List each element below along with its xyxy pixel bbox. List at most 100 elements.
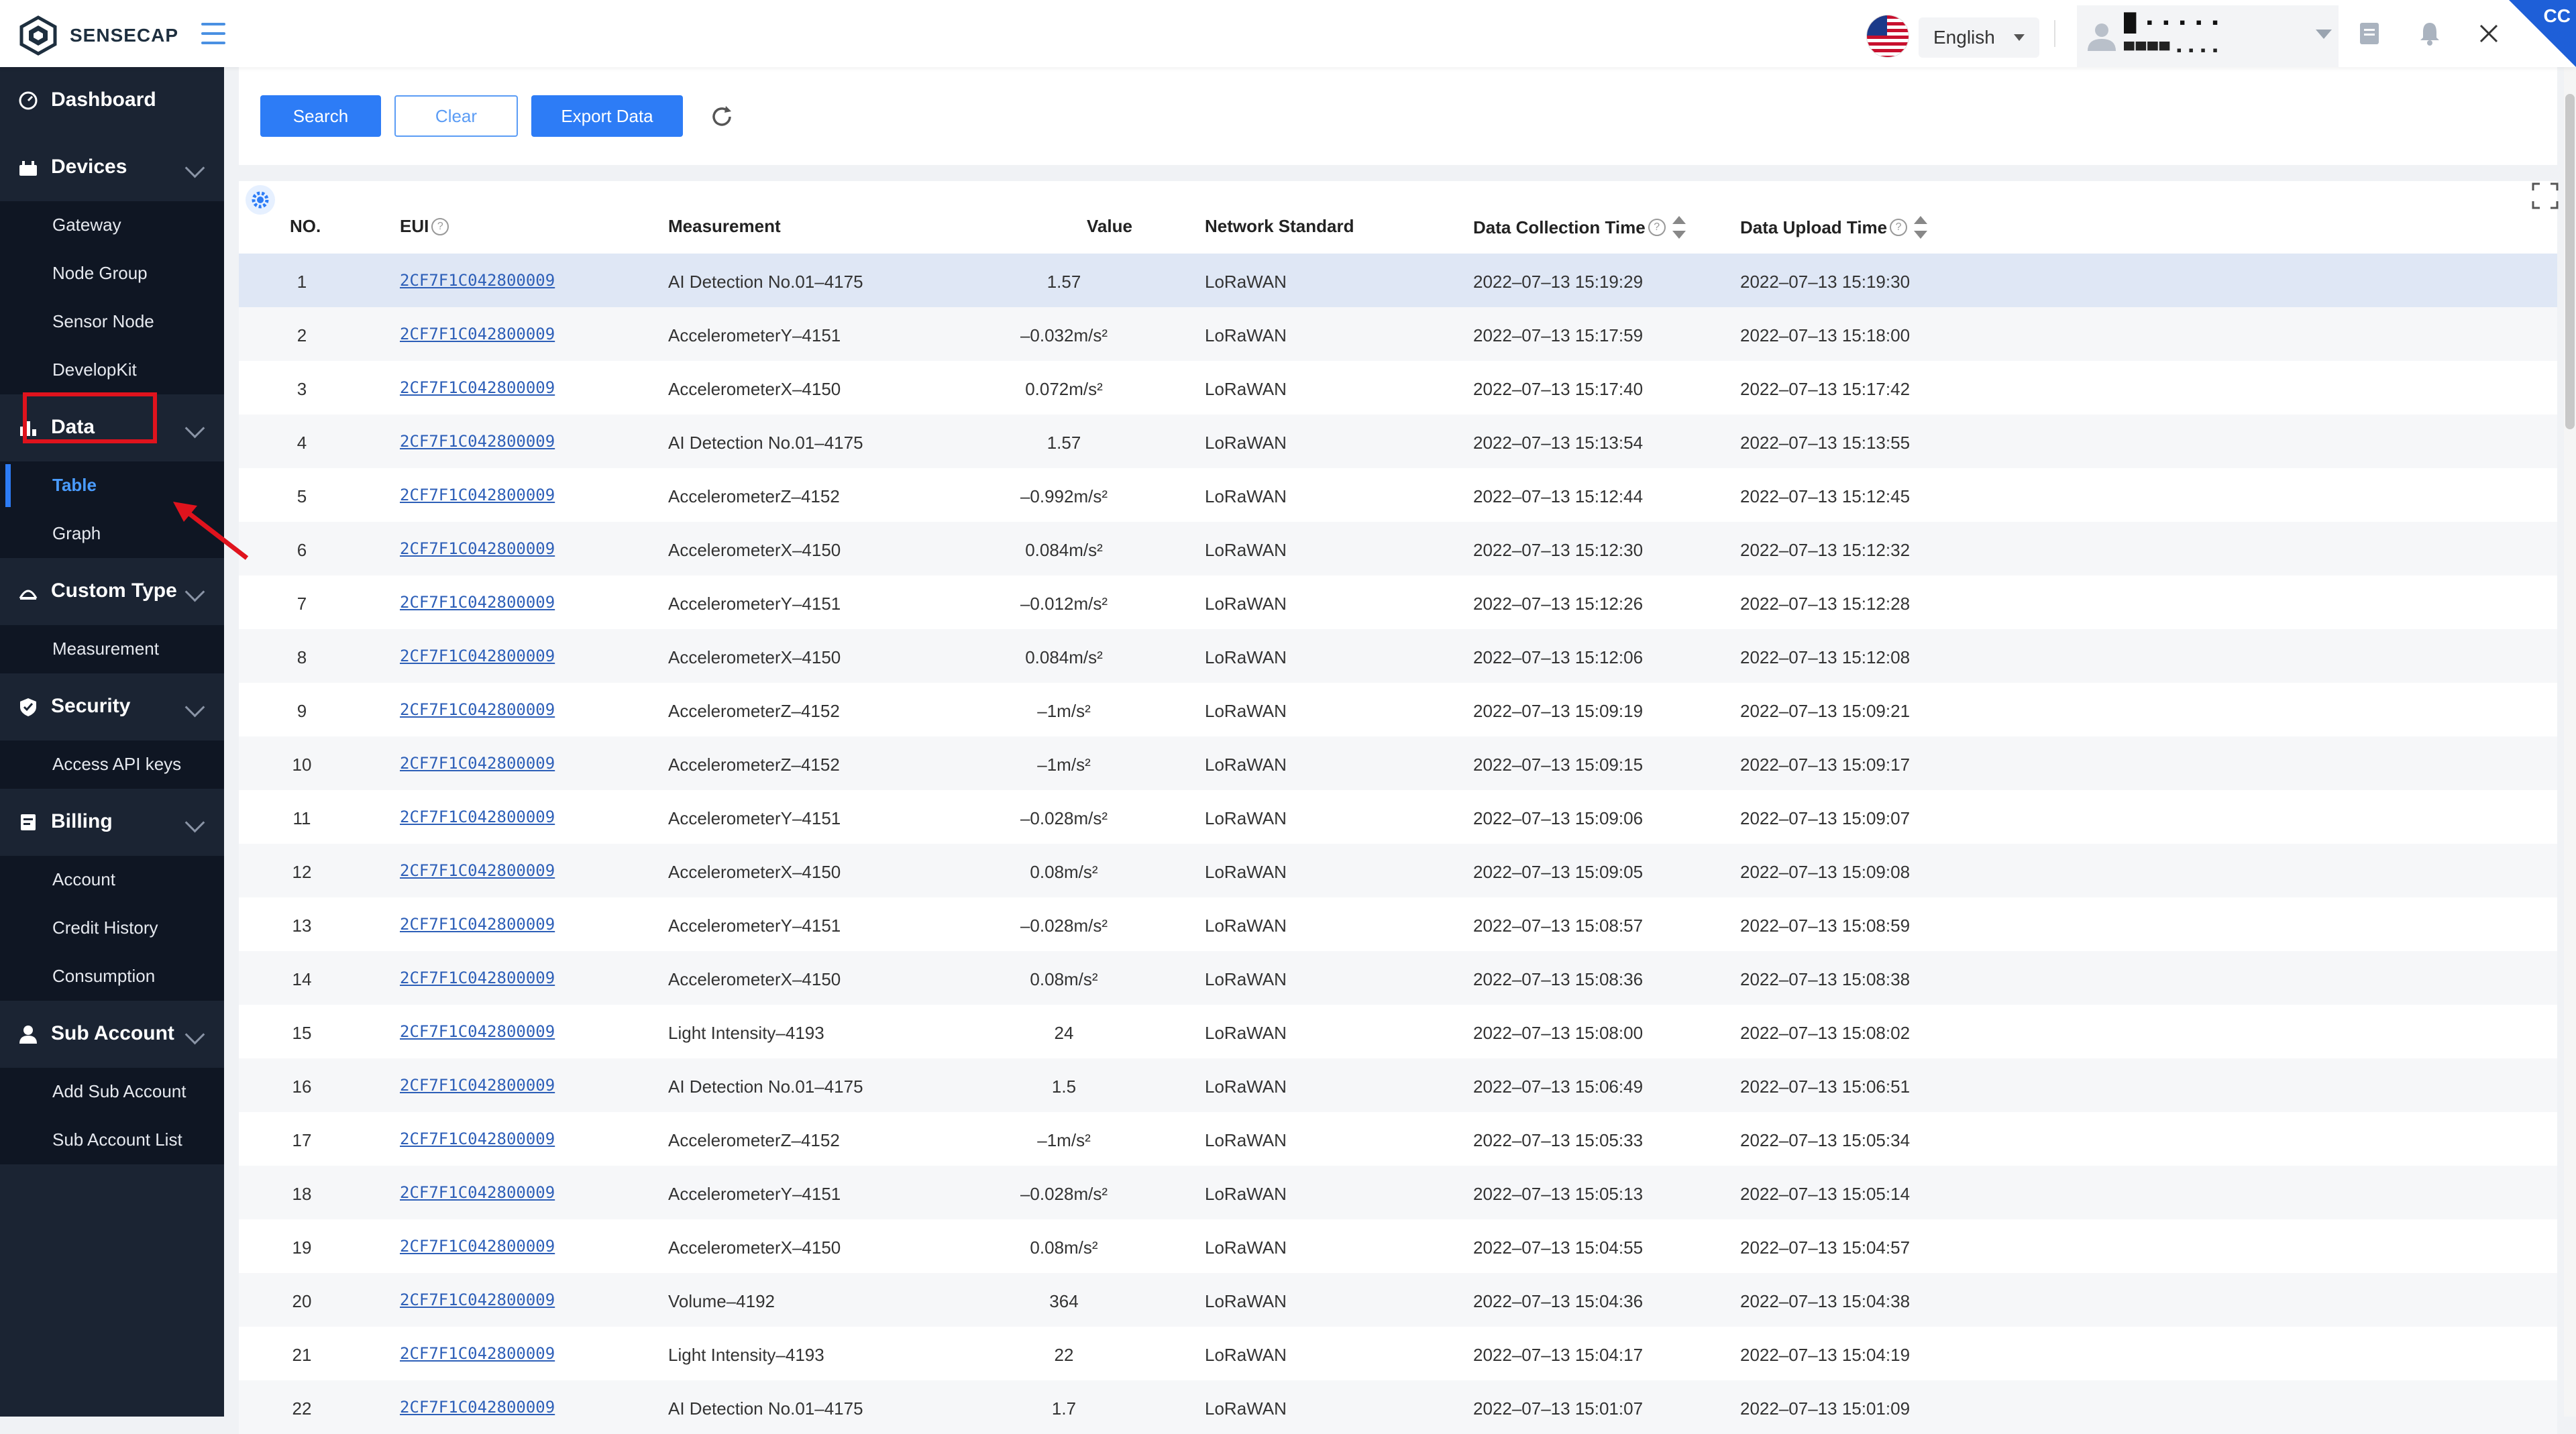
sidebar-group-billing[interactable]: Billing: [0, 789, 224, 856]
cell-collection-time: 2022–07–13 15:17:40: [1473, 379, 1644, 399]
cell-network: LoRaWAN: [1205, 755, 1287, 775]
sort-icon[interactable]: [1914, 216, 1928, 239]
cell-measurement: AccelerometerX–4150: [668, 969, 841, 989]
cell-no: 3: [297, 379, 307, 399]
cell-eui[interactable]: 2CF7F1C042800009: [400, 486, 555, 504]
table-row[interactable]: 2 2CF7F1C042800009 AccelerometerY–4151 –0.0…: [239, 307, 2557, 361]
table-row[interactable]: 19 2CF7F1C042800009 AccelerometerX–4150 0.0…: [239, 1219, 2557, 1273]
cell-upload-time: 2022–07–13 15:09:17: [1740, 755, 1911, 775]
cell-eui[interactable]: 2CF7F1C042800009: [400, 1076, 555, 1095]
table-row[interactable]: 16 2CF7F1C042800009 AI Detection No.01–417…: [239, 1058, 2557, 1112]
cell-upload-time: 2022–07–13 15:08:59: [1740, 916, 1911, 936]
table-row[interactable]: 20 2CF7F1C042800009 Volume–4192 364 LoRaWAN 2…: [239, 1273, 2557, 1327]
cell-eui[interactable]: 2CF7F1C042800009: [400, 969, 555, 987]
table-row[interactable]: 5 2CF7F1C042800009 AccelerometerZ–4152 –0.9…: [239, 468, 2557, 522]
sidebar-item-label: Node Group: [52, 263, 148, 283]
sidebar-item-access-api-keys[interactable]: Access API keys: [0, 740, 224, 789]
cell-eui[interactable]: 2CF7F1C042800009: [400, 861, 555, 880]
scrollbar-thumb[interactable]: [2565, 94, 2575, 429]
cell-no: 9: [297, 701, 307, 721]
help-icon[interactable]: ?: [1648, 219, 1666, 236]
cell-eui[interactable]: 2CF7F1C042800009: [400, 1344, 555, 1363]
table-row[interactable]: 4 2CF7F1C042800009 AI Detection No.01–4175…: [239, 415, 2557, 468]
table-row[interactable]: 10 2CF7F1C042800009 AccelerometerZ–4152 –1m…: [239, 736, 2557, 790]
table-row[interactable]: 21 2CF7F1C042800009 Light Intensity–4193 22…: [239, 1327, 2557, 1380]
gear-icon[interactable]: [246, 185, 275, 215]
table-row[interactable]: 7 2CF7F1C042800009 AccelerometerY–4151 –0.0…: [239, 575, 2557, 629]
cell-eui[interactable]: 2CF7F1C042800009: [400, 325, 555, 343]
cell-eui[interactable]: 2CF7F1C042800009: [400, 539, 555, 558]
cell-eui[interactable]: 2CF7F1C042800009: [400, 754, 555, 773]
table-row[interactable]: 22 2CF7F1C042800009 AI Detection No.01–417…: [239, 1380, 2557, 1434]
shield-icon: [20, 698, 36, 716]
sidebar-item-sub-account-list[interactable]: Sub Account List: [0, 1116, 224, 1164]
table-row[interactable]: 3 2CF7F1C042800009 AccelerometerX–4150 0.07…: [239, 361, 2557, 415]
sub-account-submenu: Add Sub Account Sub Account List: [0, 1068, 224, 1164]
cell-eui[interactable]: 2CF7F1C042800009: [400, 378, 555, 397]
sidebar-item-developkit[interactable]: DevelopKit: [0, 346, 224, 394]
hamburger-icon[interactable]: [201, 23, 225, 44]
sort-icon[interactable]: [1672, 216, 1686, 239]
sidebar-item-add-sub-account[interactable]: Add Sub Account: [0, 1068, 224, 1116]
sidebar-group-security[interactable]: Security: [0, 673, 224, 740]
cell-eui[interactable]: 2CF7F1C042800009: [400, 700, 555, 719]
sidebar-group-sub-account[interactable]: Sub Account: [0, 1001, 224, 1068]
cell-upload-time: 2022–07–13 15:12:45: [1740, 486, 1911, 506]
table-row[interactable]: 18 2CF7F1C042800009 AccelerometerY–4151 –0.…: [239, 1166, 2557, 1219]
cell-eui[interactable]: 2CF7F1C042800009: [400, 271, 555, 290]
table-row[interactable]: 6 2CF7F1C042800009 AccelerometerX–4150 0.08…: [239, 522, 2557, 575]
chevron-down-icon[interactable]: [2316, 30, 2332, 39]
export-data-button[interactable]: Export Data: [531, 95, 683, 137]
sidebar-item-consumption[interactable]: Consumption: [0, 952, 224, 1001]
cell-eui[interactable]: 2CF7F1C042800009: [400, 1398, 555, 1417]
table-row[interactable]: 11 2CF7F1C042800009 AccelerometerY–4151 –0.…: [239, 790, 2557, 844]
language-select[interactable]: English: [1919, 17, 2039, 58]
cell-collection-time: 2022–07–13 15:08:00: [1473, 1023, 1644, 1043]
table-row[interactable]: 8 2CF7F1C042800009 AccelerometerX–4150 0.08…: [239, 629, 2557, 683]
table-row[interactable]: 13 2CF7F1C042800009 AccelerometerY–4151 –0.…: [239, 897, 2557, 951]
cell-eui[interactable]: 2CF7F1C042800009: [400, 1129, 555, 1148]
refresh-icon[interactable]: [707, 102, 737, 131]
cell-eui[interactable]: 2CF7F1C042800009: [400, 1290, 555, 1309]
table-row[interactable]: 1 2CF7F1C042800009 AI Detection No.01–4175…: [239, 254, 2557, 307]
cell-eui[interactable]: 2CF7F1C042800009: [400, 593, 555, 612]
column-header-upload-time[interactable]: Data Upload Time?: [1740, 216, 1928, 239]
cell-measurement: AccelerometerY–4151: [668, 808, 841, 828]
bell-icon[interactable]: [2416, 20, 2443, 47]
sidebar-item-sensor-node[interactable]: Sensor Node: [0, 298, 224, 346]
column-header-eui: EUI?: [400, 216, 449, 237]
close-icon[interactable]: [2475, 20, 2502, 47]
sidebar-group-devices[interactable]: Devices: [0, 134, 224, 201]
cell-eui[interactable]: 2CF7F1C042800009: [400, 647, 555, 665]
cell-eui[interactable]: 2CF7F1C042800009: [400, 1022, 555, 1041]
document-icon[interactable]: [2356, 20, 2383, 47]
sidebar-item-account[interactable]: Account: [0, 856, 224, 904]
cell-eui[interactable]: 2CF7F1C042800009: [400, 915, 555, 934]
table-row[interactable]: 9 2CF7F1C042800009 AccelerometerZ–4152 –1m/…: [239, 683, 2557, 736]
help-icon[interactable]: ?: [1890, 219, 1908, 236]
clear-button[interactable]: Clear: [394, 95, 518, 137]
cell-eui[interactable]: 2CF7F1C042800009: [400, 432, 555, 451]
fullscreen-icon[interactable]: [2532, 182, 2559, 209]
sidebar-item-label: DevelopKit: [52, 360, 137, 380]
search-button[interactable]: Search: [260, 95, 381, 137]
brand-logo[interactable]: SENSECAP: [17, 15, 178, 56]
cell-eui[interactable]: 2CF7F1C042800009: [400, 1183, 555, 1202]
sidebar-item-credit-history[interactable]: Credit History: [0, 904, 224, 952]
cell-eui[interactable]: 2CF7F1C042800009: [400, 1237, 555, 1256]
sidebar-item-node-group[interactable]: Node Group: [0, 250, 224, 298]
table-row[interactable]: 15 2CF7F1C042800009 Light Intensity–4193 24…: [239, 1005, 2557, 1058]
sidebar-item-gateway[interactable]: Gateway: [0, 201, 224, 250]
table-row[interactable]: 17 2CF7F1C042800009 AccelerometerZ–4152 –1m…: [239, 1112, 2557, 1166]
table-row[interactable]: 12 2CF7F1C042800009 AccelerometerX–4150 0.0…: [239, 844, 2557, 897]
cell-no: 21: [292, 1345, 312, 1365]
sidebar-item-measurement[interactable]: Measurement: [0, 625, 224, 673]
us-flag-icon: [1866, 15, 1909, 58]
cell-eui[interactable]: 2CF7F1C042800009: [400, 808, 555, 826]
sidebar-item-dashboard[interactable]: Dashboard: [0, 67, 224, 134]
help-icon[interactable]: ?: [431, 217, 449, 235]
sidebar-group-custom-type[interactable]: Custom Type: [0, 558, 224, 625]
table-row[interactable]: 14 2CF7F1C042800009 AccelerometerX–4150 0.0…: [239, 951, 2557, 1005]
user-menu[interactable]: █ ▪ ▪ ▪ ▪ ▪ ▀▀▀▀ ▪ ▪ ▪ ▪: [2077, 5, 2339, 67]
column-header-collection-time[interactable]: Data Collection Time?: [1473, 216, 1686, 239]
